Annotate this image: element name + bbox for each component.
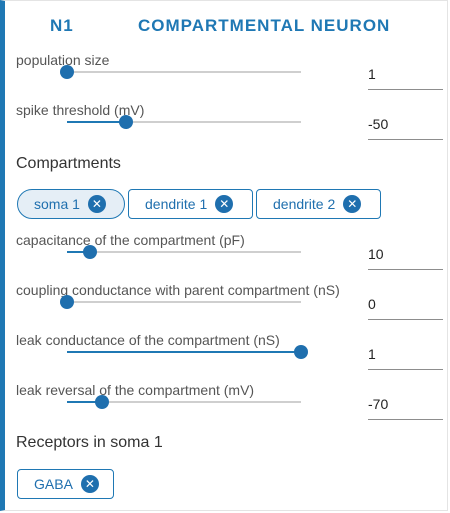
panel-header: N1 COMPARTMENTAL NEURON (0, 14, 450, 38)
param-spike-threshold: spike threshold (mV) -50 (0, 102, 450, 152)
value-text: 1 (368, 66, 376, 82)
chip-label: dendrite 2 (273, 196, 336, 212)
param-leak-reversal: leak reversal of the compartment (mV) -7… (0, 382, 450, 432)
param-capacitance: capacitance of the compartment (pF) 10 (0, 232, 450, 282)
param-population-size: population size 1 (0, 52, 450, 102)
slider-track[interactable] (60, 295, 301, 309)
value-field[interactable]: -50 (368, 111, 443, 140)
value-text: 0 (368, 296, 376, 312)
close-icon[interactable]: ✕ (87, 195, 106, 213)
value-text: -70 (368, 396, 389, 412)
chip-label: GABA (34, 476, 73, 492)
chip-label: soma 1 (34, 196, 80, 212)
value-text: -50 (368, 116, 389, 132)
slider-track[interactable] (60, 65, 301, 79)
value-field[interactable]: 1 (368, 341, 443, 370)
slider-thumb[interactable] (60, 65, 74, 79)
slider-track[interactable] (67, 245, 301, 259)
param-leak-conductance: leak conductance of the compartment (nS)… (0, 332, 450, 382)
value-text: 1 (368, 346, 376, 362)
slider-track[interactable] (67, 395, 301, 409)
value-field[interactable]: 0 (368, 291, 443, 320)
value-field[interactable]: 10 (368, 241, 443, 270)
close-icon[interactable]: ✕ (343, 195, 362, 213)
slider-track[interactable] (67, 345, 308, 359)
slider-thumb[interactable] (95, 395, 110, 409)
slider-track[interactable] (67, 115, 301, 129)
slider-thumb[interactable] (294, 345, 308, 359)
chip-dendrite-1[interactable]: dendrite 1 ✕ (128, 189, 253, 219)
slider-thumb[interactable] (118, 115, 133, 129)
compartments-title: Compartments (16, 155, 121, 172)
slider-thumb[interactable] (83, 245, 98, 259)
chip-gaba[interactable]: GABA ✕ (17, 469, 114, 499)
chip-dendrite-2[interactable]: dendrite 2 ✕ (256, 189, 381, 219)
chip-label: dendrite 1 (145, 196, 208, 212)
param-coupling-conductance: coupling conductance with parent compart… (0, 282, 450, 332)
slider-fill (67, 121, 126, 123)
close-icon[interactable]: ✕ (215, 195, 234, 213)
close-icon[interactable]: ✕ (80, 475, 99, 493)
neuron-title: COMPARTMENTAL NEURON (138, 16, 391, 35)
param-label: leak conductance of the compartment (nS) (16, 332, 280, 348)
chip-soma-1[interactable]: soma 1 ✕ (17, 189, 125, 219)
value-field[interactable]: -70 (368, 391, 443, 420)
value-field[interactable]: 1 (368, 61, 443, 90)
slider-thumb[interactable] (60, 295, 74, 309)
slider-fill (67, 351, 301, 353)
param-label: capacitance of the compartment (pF) (16, 232, 245, 248)
param-label: leak reversal of the compartment (mV) (16, 382, 255, 398)
receptors-title: Receptors in soma 1 (16, 434, 163, 451)
neuron-id: N1 (50, 16, 74, 35)
value-text: 10 (368, 246, 384, 262)
